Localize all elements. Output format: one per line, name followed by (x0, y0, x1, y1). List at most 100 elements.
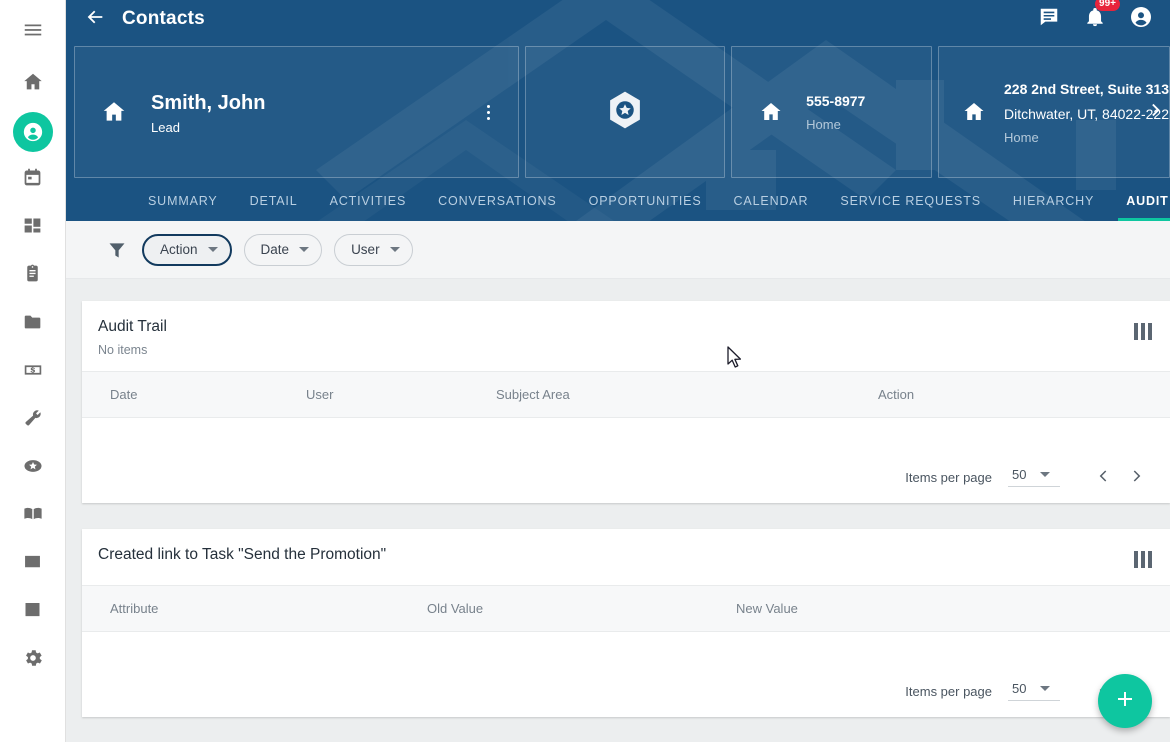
sidebar-item-files[interactable] (9, 300, 57, 348)
app-root: Contacts 99+ Smith, John Lead 555-8977 H… (0, 0, 1170, 742)
notifications-button[interactable]: 99+ (1082, 0, 1120, 32)
top-bar-actions: 99+ (1036, 0, 1158, 32)
home-icon (22, 71, 44, 98)
back-button[interactable] (80, 4, 110, 34)
tab-detail[interactable]: DETAIL (234, 194, 314, 221)
filter-chip-action[interactable]: Action (142, 233, 232, 266)
main-column: Contacts 99+ Smith, John Lead 555-8977 H… (66, 0, 1170, 742)
column-header-new-value[interactable]: New Value (708, 601, 1008, 616)
record-summary-cards: Smith, John Lead 555-8977 Home 228 2nd S… (74, 46, 1170, 178)
add-button[interactable] (1098, 674, 1152, 728)
tab-summary[interactable]: SUMMARY (132, 194, 234, 221)
chevron-down-icon (1040, 686, 1051, 691)
sidebar-item-opportunities[interactable] (9, 444, 57, 492)
sidebar-item-settings[interactable] (9, 636, 57, 684)
audit-trail-panel: Audit Trail No items Date User Subject A… (82, 301, 1170, 503)
filter-chip-date-label: Date (260, 242, 290, 257)
address-card[interactable]: 228 2nd Street, Suite 313 Ditchwater, UT… (938, 46, 1170, 178)
filter-chip-date[interactable]: Date (243, 233, 323, 266)
book-icon (22, 503, 44, 530)
sidebar-item-calendar[interactable] (9, 156, 57, 204)
columns-icon[interactable] (1134, 551, 1152, 568)
sidebar-item-home[interactable] (9, 60, 57, 108)
home-icon (961, 100, 986, 124)
hexagon-star-icon (604, 89, 646, 136)
sidebar-item-contacts[interactable] (9, 108, 57, 156)
items-per-page-select[interactable]: 50 (1008, 681, 1060, 701)
sidebar-item-billing[interactable] (9, 348, 57, 396)
wrench-icon (22, 407, 44, 434)
chevron-down-icon (389, 247, 400, 252)
next-page-button[interactable] (1120, 461, 1152, 493)
tab-conversations[interactable]: CONVERSATIONS (422, 194, 572, 221)
plus-icon (1113, 687, 1137, 716)
record-header-banner: Contacts 99+ Smith, John Lead 555-8977 H… (66, 0, 1170, 221)
sidebar-item-knowledge[interactable] (9, 492, 57, 540)
home-icon (754, 100, 788, 124)
left-nav-rail (0, 0, 66, 742)
calendar-icon (22, 167, 43, 193)
chevron-left-icon (1096, 468, 1112, 487)
menu-icon[interactable] (9, 6, 57, 54)
pagination-bar: Items per page 50 (82, 451, 1170, 503)
panel-title: Created link to Task "Send the Promotion… (98, 546, 387, 563)
filter-chip-user[interactable]: User (334, 233, 413, 266)
star-badge-icon (22, 455, 44, 482)
items-per-page-label: Items per page (905, 683, 992, 699)
tab-audit-trail[interactable]: AUDIT TRAIL (1110, 194, 1170, 221)
previous-page-button[interactable] (1088, 461, 1120, 493)
column-header-attribute[interactable]: Attribute (82, 601, 399, 616)
record-tabs: SUMMARY DETAIL ACTIVITIES CONVERSATIONS … (66, 178, 1170, 221)
sidebar-item-dashboard[interactable] (9, 204, 57, 252)
column-header-old-value[interactable]: Old Value (399, 601, 708, 616)
contact-name-card[interactable]: Smith, John Lead (74, 46, 519, 178)
tab-opportunities[interactable]: OPPORTUNITIES (573, 194, 718, 221)
columns-icon[interactable] (1134, 323, 1152, 340)
cards-next-button[interactable] (1145, 101, 1167, 123)
messages-button[interactable] (1036, 6, 1062, 32)
address-line-1: 228 2nd Street, Suite 313 (1004, 80, 1169, 97)
contacts-icon (12, 112, 53, 152)
table-header-row: Date User Subject Area Action (82, 372, 1170, 418)
tab-activities[interactable]: ACTIVITIES (314, 194, 423, 221)
notification-badge: 99+ (1095, 0, 1120, 11)
top-bar: Contacts 99+ (66, 0, 1170, 38)
contact-status: Lead (151, 119, 180, 135)
filter-bar: Action Date User (66, 221, 1170, 279)
panel-subtitle: No items (98, 343, 148, 357)
table-body-empty (82, 632, 1170, 665)
sidebar-item-service[interactable] (9, 396, 57, 444)
sidebar-item-tasks[interactable] (9, 252, 57, 300)
change-detail-panel: Created link to Task "Send the Promotion… (82, 529, 1170, 717)
column-header-subject-area[interactable]: Subject Area (468, 387, 850, 402)
column-header-date[interactable]: Date (82, 387, 278, 402)
phone-number: 555-8977 (806, 93, 866, 109)
chevron-down-icon (1040, 472, 1051, 477)
account-button[interactable] (1128, 6, 1154, 32)
tab-hierarchy[interactable]: HIERARCHY (997, 194, 1110, 221)
dashboard-icon (22, 215, 43, 241)
column-header-action[interactable]: Action (850, 387, 1050, 402)
page-title: Contacts (122, 8, 205, 29)
chevron-right-icon (1128, 468, 1144, 487)
items-per-page-select[interactable]: 50 (1008, 467, 1060, 487)
chevron-down-icon (299, 247, 310, 252)
table-body-empty (82, 418, 1170, 451)
gear-icon (22, 647, 44, 674)
column-header-user[interactable]: User (278, 387, 468, 402)
phone-card[interactable]: 555-8977 Home (731, 46, 932, 178)
status-badge-card[interactable] (524, 46, 726, 178)
arrow-left-icon (84, 6, 106, 33)
record-more-button[interactable] (476, 104, 502, 120)
sidebar-item-lists[interactable] (9, 540, 57, 588)
filter-chip-user-label: User (351, 242, 380, 257)
content-area: Audit Trail No items Date User Subject A… (66, 279, 1170, 742)
tab-service-requests[interactable]: SERVICE REQUESTS (824, 194, 997, 221)
filter-chip-action-label: Action (160, 242, 198, 257)
filter-icon[interactable] (104, 237, 130, 263)
panel-header: Created link to Task "Send the Promotion… (82, 529, 1170, 586)
items-per-page-value: 50 (1012, 467, 1027, 482)
sidebar-item-reports[interactable] (9, 588, 57, 636)
tab-calendar[interactable]: CALENDAR (718, 194, 825, 221)
chart-icon (22, 599, 43, 625)
